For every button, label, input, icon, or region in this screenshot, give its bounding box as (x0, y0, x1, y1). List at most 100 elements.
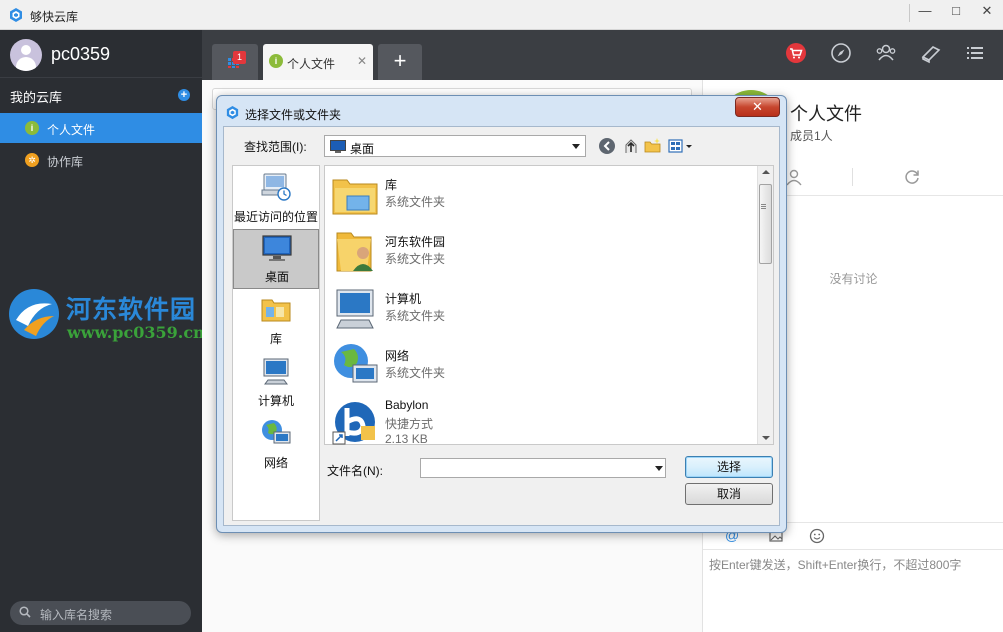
maximize-button[interactable]: □ (941, 0, 971, 24)
avatar[interactable] (10, 39, 42, 71)
computer-icon (263, 358, 289, 385)
library-icon (261, 299, 291, 322)
babylon-shortcut-icon (332, 402, 375, 445)
personal-files-icon: i (269, 54, 283, 68)
add-library-icon[interactable]: + (178, 89, 190, 101)
list-item[interactable]: Babylon 快捷方式 2.13 KB (329, 394, 749, 450)
library-folder-icon (332, 179, 378, 215)
scroll-up-icon[interactable] (762, 170, 770, 174)
list-item[interactable]: 河东软件园 系统文件夹 (329, 223, 749, 279)
file-type: 系统文件夹 (385, 252, 446, 266)
members-tab-icon[interactable] (785, 168, 803, 186)
file-type: 系统文件夹 (385, 195, 446, 209)
app-logo-icon (10, 8, 22, 22)
desktop-icon (262, 235, 292, 261)
watermark-title: 河东软件园 (66, 295, 197, 324)
sidebar-item-label: 个人文件 (47, 123, 96, 137)
filename-input[interactable] (420, 458, 666, 478)
new-folder-icon[interactable] (644, 137, 662, 155)
file-name: Babylon (385, 398, 429, 412)
vertical-scrollbar[interactable] (757, 166, 773, 444)
scroll-down-icon[interactable] (762, 436, 770, 440)
panel-tab-divider (852, 168, 853, 186)
file-type: 系统文件夹 (385, 366, 446, 380)
place-library[interactable]: 库 (233, 290, 319, 350)
username: pc0359 (51, 44, 111, 64)
desktop-icon (330, 140, 346, 153)
file-name: 库 (385, 178, 398, 192)
cancel-button[interactable]: 取消 (685, 483, 773, 505)
library-title: 个人文件 (790, 104, 862, 124)
back-icon[interactable] (598, 137, 616, 155)
tab-bar: 1 i 个人文件 ✕ + (202, 30, 1003, 80)
user-profile[interactable]: pc0359 (0, 30, 202, 78)
compass-icon[interactable] (830, 42, 852, 64)
file-list: 库 系统文件夹 河东软件园 系统文件夹 计算机 系统文件夹 网络 系统文件夹 B… (324, 165, 774, 446)
search-icon (19, 606, 31, 618)
file-size: 2.13 KB (385, 432, 428, 446)
file-type: 系统文件夹 (385, 309, 446, 323)
dialog-title: 选择文件或文件夹 (245, 108, 342, 122)
sidebar-item-collab-library[interactable]: ✲ 协作库 (0, 145, 202, 175)
shop-icon[interactable] (785, 42, 807, 64)
contacts-icon[interactable] (875, 42, 897, 64)
place-desktop[interactable]: 桌面 (233, 229, 319, 289)
close-window-button[interactable]: ✕ (972, 0, 1002, 24)
file-name: 河东软件园 (385, 235, 446, 249)
view-menu-icon[interactable] (668, 137, 694, 155)
watermark-logo (9, 289, 59, 339)
look-in-dropdown[interactable]: 桌面 (324, 135, 586, 157)
message-input-hint[interactable]: 按Enter键发送，Shift+Enter换行，不超过800字 (709, 556, 961, 573)
emoji-icon[interactable] (809, 528, 825, 544)
place-label: 网络 (263, 456, 288, 470)
menu-icon[interactable] (964, 42, 986, 64)
select-button[interactable]: 选择 (685, 456, 773, 478)
dialog-body: 查找范围(I): 桌面 最近访问的位置 桌面 库 计算机 网络 库 系统文件夹 … (223, 126, 780, 526)
scrollbar-grip (761, 204, 766, 205)
app-title: 够快云库 (30, 10, 79, 24)
search-placeholder: 输入库名搜索 (40, 608, 113, 622)
dialog-titlebar[interactable]: 选择文件或文件夹 ✕ (217, 96, 786, 126)
member-count: 成员1人 (790, 129, 833, 143)
recent-places-icon (261, 173, 291, 201)
place-label: 库 (269, 332, 282, 346)
place-computer[interactable]: 计算机 (233, 352, 319, 412)
list-item[interactable]: 计算机 系统文件夹 (329, 280, 749, 336)
tab-label: 个人文件 (287, 57, 336, 71)
collab-library-icon: ✲ (25, 153, 39, 167)
list-item[interactable]: 库 系统文件夹 (329, 166, 749, 222)
notification-badge: 1 (233, 51, 246, 64)
place-label: 桌面 (264, 270, 289, 284)
sidebar-item-label: 协作库 (47, 155, 84, 169)
my-libraries-heading: 我的云库 (10, 90, 63, 105)
watermark-url: www.pc0359.cn (67, 323, 205, 342)
book-icon[interactable] (920, 42, 942, 64)
tab-library-grid[interactable]: 1 (212, 44, 258, 80)
minimize-button[interactable]: — (910, 0, 940, 24)
look-in-label: 查找范围(I): (244, 140, 307, 154)
sidebar-item-personal-files[interactable]: i 个人文件 (0, 113, 202, 143)
refresh-icon[interactable] (903, 168, 921, 186)
file-name: 网络 (385, 349, 410, 363)
network-icon (334, 344, 378, 383)
scrollbar-thumb[interactable] (759, 184, 772, 264)
close-tab-icon[interactable]: ✕ (357, 54, 367, 68)
file-name: 计算机 (385, 292, 422, 306)
dialog-close-button[interactable]: ✕ (735, 97, 780, 117)
personal-files-icon: i (25, 121, 39, 135)
up-folder-icon[interactable] (622, 137, 640, 155)
window-titlebar: 够快云库 — □ ✕ (0, 0, 1003, 30)
look-in-value: 桌面 (350, 142, 375, 156)
chevron-down-icon[interactable] (655, 466, 663, 471)
user-folder-icon (336, 232, 373, 272)
add-tab-button[interactable]: + (378, 44, 422, 80)
computer-icon (336, 289, 374, 329)
app-logo-icon (226, 105, 239, 120)
place-label: 计算机 (257, 394, 294, 408)
filename-label: 文件名(N): (327, 464, 383, 478)
list-item[interactable]: 网络 系统文件夹 (329, 337, 749, 393)
tab-personal-files[interactable]: i 个人文件 ✕ (263, 44, 373, 80)
place-network[interactable]: 网络 (233, 414, 319, 474)
place-recent[interactable]: 最近访问的位置 (233, 168, 319, 228)
library-search-input[interactable]: 输入库名搜索 (10, 601, 191, 625)
